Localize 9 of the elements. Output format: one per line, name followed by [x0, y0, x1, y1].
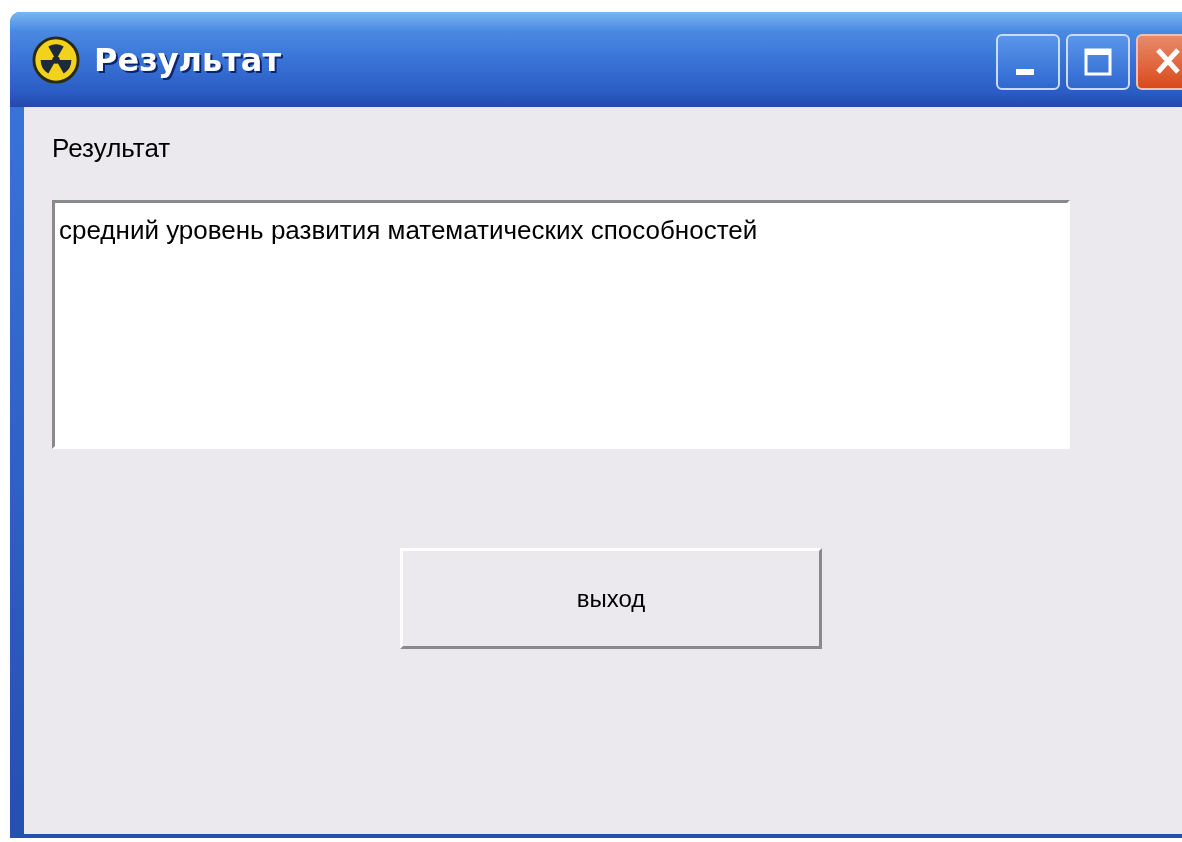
minimize-icon: [1016, 68, 1034, 75]
result-field[interactable]: средний уровень развития математических способностей: [52, 200, 1070, 449]
minimize-button[interactable]: [996, 33, 1060, 90]
close-button[interactable]: [1136, 33, 1182, 90]
window-title: Результат: [94, 40, 281, 79]
exit-button[interactable]: выход: [400, 548, 822, 649]
result-label: Результат: [52, 133, 171, 164]
radiation-icon: [32, 35, 80, 84]
maximize-button[interactable]: [1066, 33, 1130, 90]
